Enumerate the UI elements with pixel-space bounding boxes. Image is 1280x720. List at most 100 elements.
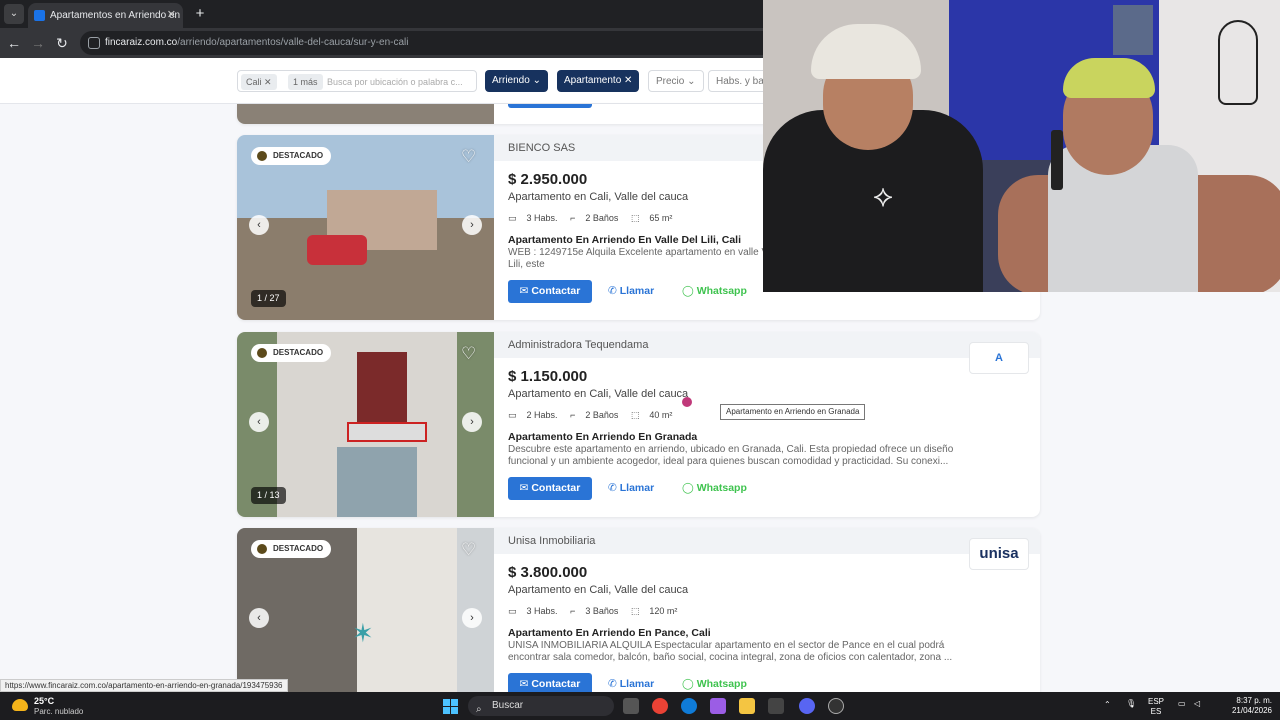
chrome-icon[interactable]: [652, 698, 668, 714]
microphone-icon[interactable]: 🎙: [1126, 699, 1136, 708]
listing-title[interactable]: Apartamento En Arriendo En Valle Del Lil…: [508, 234, 741, 246]
featured-icon: [257, 151, 267, 161]
network-icon[interactable]: ▭: [1178, 699, 1186, 708]
operation-label: Arriendo: [492, 75, 530, 86]
lang-top: ESP: [1148, 697, 1165, 706]
listing-info: Administradora Tequendama A $ 1.150.000 …: [494, 332, 1040, 517]
listing-price: $ 1.150.000: [508, 368, 588, 385]
weather-icon[interactable]: [12, 699, 28, 711]
contact-button[interactable]: ✉ Contactar: [508, 280, 592, 303]
listing-photo[interactable]: DESTACADO ♡ ‹ › 1 / 27: [237, 135, 494, 320]
agency-logo[interactable]: A: [969, 342, 1029, 374]
windows-taskbar: 25°C Parc. nublado ⌕ Buscar ⌃ 🎙 ESP ES ▭ ◁…: [0, 692, 1280, 720]
remove-filter-icon[interactable]: ✕: [624, 75, 632, 86]
listing-card[interactable]: ✶ DESTACADO ♡ ‹ › Unisa Inmobiliaria uni…: [237, 528, 1040, 713]
call-button[interactable]: ✆ Llamar: [608, 280, 654, 303]
site-favicon-icon: [34, 10, 45, 21]
language-indicator[interactable]: ESP ES: [1148, 697, 1164, 717]
prev-photo-icon[interactable]: ‹: [249, 412, 269, 432]
contact-button[interactable]: ✉ Contactar: [508, 477, 592, 500]
bath-icon: ⌐: [570, 606, 576, 616]
whatsapp-icon: ◯: [682, 678, 694, 690]
rooms-count: 3 Habs.: [526, 213, 558, 223]
file-explorer-icon[interactable]: [739, 698, 755, 714]
agency-logo[interactable]: unisa: [969, 538, 1029, 570]
forward-button[interactable]: →: [28, 33, 48, 53]
weather-temp[interactable]: 25°C: [34, 696, 54, 706]
status-bar-url: https://www.fincaraiz.com.co/apartamento…: [0, 679, 288, 692]
volume-icon[interactable]: ◁: [1194, 699, 1200, 708]
location-search[interactable]: Cali ✕ 1 más Busca por ubicación o palab…: [237, 70, 477, 92]
steam-icon[interactable]: [828, 698, 844, 714]
photo-logo: ✶: [352, 618, 374, 648]
site-info-icon[interactable]: [88, 37, 100, 49]
listing-description: Descubre este apartamento en arriendo, u…: [508, 444, 954, 467]
baths-count: 2 Baños: [585, 410, 619, 420]
area-value: 40 m²: [649, 410, 673, 420]
discord-icon[interactable]: [799, 698, 815, 714]
edge-icon[interactable]: [681, 698, 697, 714]
new-tab-button[interactable]: +: [190, 4, 210, 24]
tray-chevron-icon[interactable]: ⌃: [1104, 700, 1111, 709]
rooms-count: 3 Habs.: [526, 606, 558, 616]
reload-button[interactable]: ↻: [52, 33, 72, 53]
listing-title[interactable]: Apartamento En Arriendo En Granada: [508, 431, 697, 443]
system-clock[interactable]: 8:37 p. m. 21/04/2026: [1232, 696, 1272, 716]
chip-more[interactable]: 1 más: [288, 74, 323, 90]
wolf-art-icon: [1218, 20, 1258, 105]
listing-title[interactable]: Apartamento En Arriendo En Pance, Cali: [508, 627, 711, 639]
property-type-filter[interactable]: Apartamento ✕: [557, 70, 640, 92]
call-label: Llamar: [619, 482, 655, 494]
photo-car: [307, 235, 367, 265]
start-button[interactable]: [443, 699, 458, 714]
eagle-print-icon: ⟡: [873, 180, 893, 213]
mouse-cursor-icon: [682, 397, 692, 407]
listing-photo[interactable]: DESTACADO ♡ ‹ › 1 / 13: [237, 332, 494, 517]
tab-search-button[interactable]: ⌄: [4, 4, 24, 24]
rooms-filter[interactable]: Habs. y ban: [708, 70, 768, 92]
weather-desc[interactable]: Parc. nublado: [34, 707, 83, 716]
search-placeholder: Busca por ubicación o palabra c...: [327, 77, 463, 87]
phone-device: [1051, 130, 1063, 190]
whatsapp-button[interactable]: ◯ Whatsapp: [682, 477, 747, 500]
link-tooltip: Apartamento en Arriendo en Granada: [720, 404, 866, 420]
listing-photo[interactable]: [237, 104, 494, 124]
prev-photo-icon[interactable]: ‹: [249, 608, 269, 628]
whatsapp-label: Whatsapp: [696, 482, 747, 494]
listing-features: ▭ 3 Habs. ⌐ 2 Baños ⬚ 65 m²: [508, 213, 682, 224]
browser-tab[interactable]: Apartamentos en Arriendo en S ✕: [28, 3, 183, 28]
heart-icon[interactable]: ♡: [461, 540, 476, 560]
heart-icon[interactable]: ♡: [461, 147, 476, 167]
call-button[interactable]: ✆ Llamar: [608, 477, 654, 500]
remove-chip-icon[interactable]: ✕: [264, 77, 272, 87]
operation-filter[interactable]: Arriendo ⌄: [485, 70, 548, 92]
property-type-label: Apartamento: [564, 75, 622, 86]
phone-icon: ✆: [608, 285, 617, 297]
whatsapp-button[interactable]: ◯ Whatsapp: [682, 280, 747, 303]
whatsapp-icon: ◯: [682, 285, 694, 297]
taskbar-search[interactable]: ⌕ Buscar: [468, 696, 614, 716]
area-icon: ⬚: [630, 606, 640, 616]
copilot-icon[interactable]: [710, 698, 726, 714]
whatsapp-icon: ◯: [682, 482, 694, 494]
store-icon[interactable]: [768, 698, 784, 714]
chip-label: Cali: [246, 77, 262, 87]
next-photo-icon[interactable]: ›: [462, 215, 482, 235]
contact-label: Contactar: [531, 482, 581, 494]
call-label: Llamar: [619, 678, 655, 690]
photo-counter: 1 / 27: [251, 290, 286, 307]
heart-icon[interactable]: ♡: [461, 344, 476, 364]
listing-card[interactable]: DESTACADO ♡ ‹ › 1 / 13 Administradora Te…: [237, 332, 1040, 517]
featured-badge: DESTACADO: [251, 147, 332, 165]
baths-count: 3 Baños: [585, 606, 619, 616]
contact-button-partial[interactable]: [508, 104, 592, 108]
back-button[interactable]: ←: [4, 33, 24, 53]
listing-type: Apartamento en Cali, Valle del cauca: [508, 388, 689, 400]
next-photo-icon[interactable]: ›: [462, 608, 482, 628]
close-tab-icon[interactable]: ✕: [167, 3, 176, 28]
task-view-icon[interactable]: [623, 698, 639, 714]
next-photo-icon[interactable]: ›: [462, 412, 482, 432]
chip-cali[interactable]: Cali ✕: [241, 74, 277, 90]
price-filter[interactable]: Precio ⌄: [648, 70, 704, 92]
prev-photo-icon[interactable]: ‹: [249, 215, 269, 235]
